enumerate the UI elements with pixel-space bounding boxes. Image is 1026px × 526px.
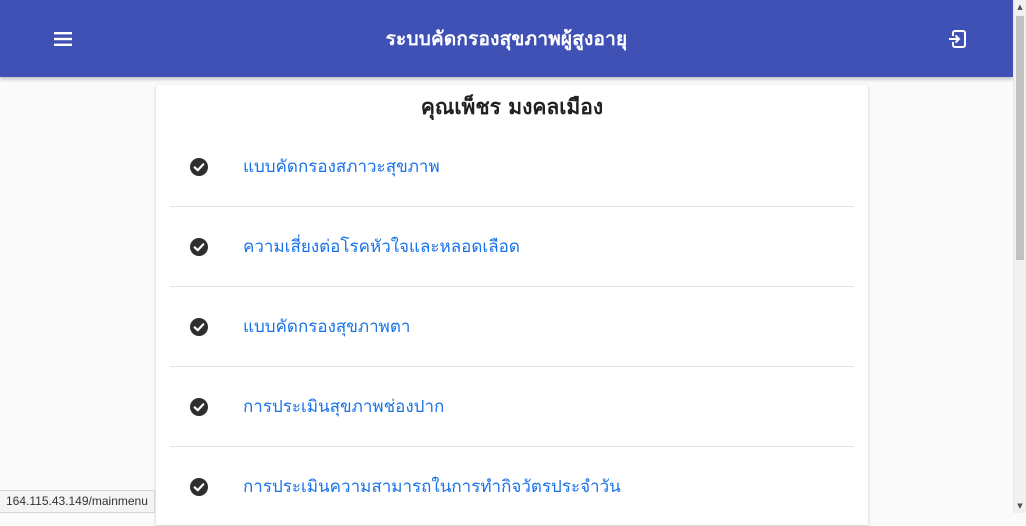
- menu-item-label[interactable]: ความเสี่ยงต่อโรคหัวใจและหลอดเลือด: [243, 233, 520, 260]
- logout-button[interactable]: [940, 23, 974, 55]
- menu-item-daily-activities[interactable]: การประเมินความสามารถในการทำกิจวัตรประจำว…: [170, 447, 854, 526]
- menu-button[interactable]: [46, 23, 80, 55]
- menu-item-label[interactable]: การประเมินสุขภาพช่องปาก: [243, 393, 444, 420]
- user-name: คุณเพ็ชร มงคลเมือง: [420, 95, 604, 119]
- hamburger-menu-icon: [54, 32, 72, 46]
- check-circle-icon: [190, 477, 208, 496]
- check-circle-icon: [190, 157, 208, 176]
- check-circle-icon: [190, 237, 208, 256]
- check-circle-icon: [190, 317, 208, 336]
- menu-item-health-screening[interactable]: แบบคัดกรองสภาวะสุขภาพ: [170, 127, 854, 207]
- app-bar: ระบบคัดกรองสุขภาพผู้สูงอายุ: [0, 0, 1013, 77]
- scroll-up-arrow-icon[interactable]: ▲: [1014, 0, 1026, 14]
- menu-item-label[interactable]: การประเมินความสามารถในการทำกิจวัตรประจำว…: [243, 473, 621, 500]
- vertical-scrollbar[interactable]: ▲ ▼: [1013, 0, 1026, 513]
- menu-item-oral-health[interactable]: การประเมินสุขภาพช่องปาก: [170, 367, 854, 447]
- menu-card: คุณเพ็ชร มงคลเมือง แบบคัดกรองสภาวะสุขภาพ…: [156, 85, 868, 525]
- status-bar-url: 164.115.43.149/mainmenu: [0, 490, 155, 513]
- menu-item-label[interactable]: แบบคัดกรองสุขภาพตา: [243, 313, 410, 340]
- scroll-thumb[interactable]: [1016, 16, 1024, 260]
- app-title: ระบบคัดกรองสุขภาพผู้สูงอายุ: [385, 27, 628, 50]
- check-circle-icon: [190, 397, 208, 416]
- scroll-down-arrow-icon[interactable]: ▼: [1014, 499, 1026, 513]
- logout-icon: [949, 30, 966, 48]
- menu-item-cardiovascular-risk[interactable]: ความเสี่ยงต่อโรคหัวใจและหลอดเลือด: [170, 207, 854, 287]
- menu-item-eye-screening[interactable]: แบบคัดกรองสุขภาพตา: [170, 287, 854, 367]
- menu-item-label[interactable]: แบบคัดกรองสภาวะสุขภาพ: [243, 153, 440, 180]
- menu-list: แบบคัดกรองสภาวะสุขภาพ ความเสี่ยงต่อโรคหั…: [170, 127, 854, 526]
